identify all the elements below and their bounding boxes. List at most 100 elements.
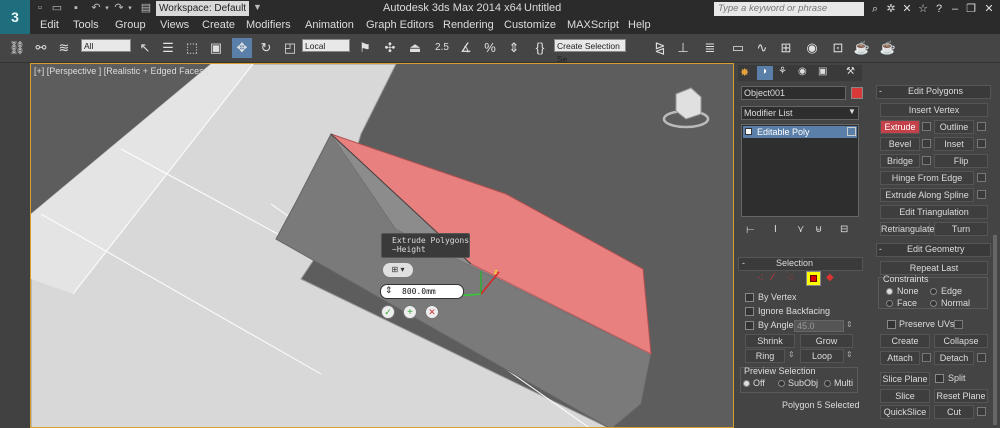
- menu-edit[interactable]: Edit: [40, 19, 59, 31]
- render-production-icon[interactable]: ☕: [878, 38, 898, 58]
- outline-button[interactable]: Outline: [934, 120, 974, 134]
- loop-spinner-icon[interactable]: ⇕: [846, 350, 853, 359]
- ok-icon[interactable]: ✓: [381, 305, 395, 319]
- render-setup-icon[interactable]: ⊡: [828, 38, 848, 58]
- material-editor-icon[interactable]: ◉: [802, 38, 822, 58]
- selection-filter-dropdown[interactable]: All: [81, 39, 131, 52]
- attach-button[interactable]: Attach: [880, 351, 920, 365]
- retriangulate-button[interactable]: Retriangulate: [880, 222, 935, 236]
- app-logo-button[interactable]: 3: [0, 0, 30, 34]
- repeat-last-button[interactable]: Repeat Last: [880, 261, 988, 275]
- bridge-settings-icon[interactable]: [922, 156, 931, 165]
- stack-toggle-icon[interactable]: [847, 127, 856, 136]
- ignore-backfacing-checkbox[interactable]: [745, 307, 754, 316]
- slice-button[interactable]: Slice: [880, 389, 930, 403]
- object-color-swatch[interactable]: [851, 87, 863, 99]
- command-panel-scrollbar[interactable]: [993, 235, 997, 425]
- stack-item-editable-poly[interactable]: Editable Poly: [743, 126, 857, 138]
- bind-spacewarp-icon[interactable]: ≋: [54, 38, 74, 58]
- menu-rendering[interactable]: Rendering: [443, 19, 494, 31]
- split-checkbox[interactable]: [935, 374, 944, 383]
- by-vertex-checkbox[interactable]: [745, 293, 754, 302]
- inset-button[interactable]: Inset: [934, 137, 974, 151]
- modify-tab-icon[interactable]: ◗: [757, 66, 773, 80]
- quickslice-button[interactable]: QuickSlice: [880, 405, 930, 419]
- open-file-icon[interactable]: ▭: [51, 2, 63, 15]
- menu-tools[interactable]: Tools: [73, 19, 99, 31]
- insert-vertex-button[interactable]: Insert Vertex: [880, 103, 988, 117]
- polygon-mode-icon[interactable]: [806, 271, 821, 286]
- extrude-spline-settings-icon[interactable]: [977, 190, 986, 199]
- element-mode-icon[interactable]: ◆: [826, 272, 834, 283]
- extrude-spline-button[interactable]: Extrude Along Spline: [880, 188, 974, 202]
- inset-settings-icon[interactable]: [977, 139, 986, 148]
- cut-button[interactable]: Cut: [934, 405, 974, 419]
- redo-dropdown-icon[interactable]: ▾: [124, 2, 136, 15]
- menu-group[interactable]: Group: [115, 19, 146, 31]
- shrink-button[interactable]: Shrink: [745, 334, 795, 348]
- workspace-dropdown[interactable]: Workspace: Default: [156, 1, 249, 16]
- layer-manager-icon[interactable]: ≣: [700, 38, 720, 58]
- snaps-toggle-icon[interactable]: 2.5: [432, 38, 452, 58]
- modifier-list-arrow-icon[interactable]: ▼: [848, 107, 856, 116]
- select-by-name-icon[interactable]: ☰: [158, 38, 178, 58]
- restore-icon[interactable]: ❐: [964, 2, 978, 16]
- curve-editor-icon[interactable]: ∿: [752, 38, 772, 58]
- constraint-face-radio[interactable]: [886, 300, 893, 307]
- rendered-frame-icon[interactable]: ☕: [852, 38, 872, 58]
- stack-expand-icon[interactable]: [745, 128, 752, 135]
- preview-off-radio[interactable]: [743, 380, 750, 387]
- menu-animation[interactable]: Animation: [305, 19, 354, 31]
- rotate-tool-icon[interactable]: ↻: [256, 38, 276, 58]
- grow-button[interactable]: Grow: [800, 334, 853, 348]
- keyboard-shortcut-icon[interactable]: ⏏: [405, 38, 425, 58]
- menu-modifiers[interactable]: Modifiers: [246, 19, 291, 31]
- menu-views[interactable]: Views: [160, 19, 189, 31]
- select-object-icon[interactable]: ↖: [135, 38, 155, 58]
- window-crossing-icon[interactable]: ▣: [206, 38, 226, 58]
- link-icon[interactable]: ⛓: [7, 38, 27, 58]
- by-angle-input[interactable]: 45.0: [794, 320, 844, 332]
- search-icon[interactable]: ⌕: [868, 2, 882, 16]
- close-icon[interactable]: ✕: [982, 2, 996, 16]
- preserve-uvs-settings-icon[interactable]: [954, 320, 963, 329]
- configure-sets-icon[interactable]: ⊟: [840, 224, 848, 235]
- angle-spinner-icon[interactable]: ⇕: [846, 320, 853, 329]
- named-selection-dropdown[interactable]: Create Selection Se: [554, 39, 626, 64]
- communication-icon[interactable]: ✕: [900, 2, 914, 16]
- detach-button[interactable]: Detach: [934, 351, 974, 365]
- constraint-edge-radio[interactable]: [930, 288, 937, 295]
- utilities-tab-icon[interactable]: ⚒: [846, 66, 855, 77]
- pin-stack-icon[interactable]: ⊢: [746, 225, 755, 236]
- mirror-icon[interactable]: ⧎: [650, 38, 670, 58]
- by-angle-checkbox[interactable]: [745, 321, 754, 330]
- move-tool-icon[interactable]: ✥: [232, 38, 252, 58]
- extrude-button[interactable]: Extrude: [880, 120, 920, 134]
- menu-graph-editors[interactable]: Graph Editors: [366, 19, 434, 31]
- viewport-label[interactable]: [+] [Perspective ] [Realistic + Edged Fa…: [34, 66, 209, 76]
- preview-subobj-radio[interactable]: [778, 380, 785, 387]
- bevel-settings-icon[interactable]: [922, 139, 931, 148]
- extrude-settings-icon[interactable]: [922, 122, 931, 131]
- bevel-button[interactable]: Bevel: [880, 137, 920, 151]
- flip-button[interactable]: Flip: [934, 154, 988, 168]
- subscription-icon[interactable]: ✲: [884, 2, 898, 16]
- graphite-ribbon-icon[interactable]: ▭: [728, 38, 748, 58]
- preview-multi-radio[interactable]: [824, 380, 831, 387]
- collapse-button[interactable]: Collapse: [934, 334, 988, 348]
- menu-maxscript[interactable]: MAXScript: [567, 19, 619, 31]
- scale-tool-icon[interactable]: ◰: [280, 38, 300, 58]
- outline-settings-icon[interactable]: [977, 122, 986, 131]
- edit-triangulation-button[interactable]: Edit Triangulation: [880, 205, 988, 219]
- percent-snap-icon[interactable]: %: [480, 38, 500, 58]
- spinner-snap-icon[interactable]: ⇕: [504, 38, 524, 58]
- remove-modifier-icon[interactable]: ⊌: [815, 224, 822, 235]
- turn-button[interactable]: Turn: [934, 222, 988, 236]
- bridge-button[interactable]: Bridge: [880, 154, 920, 168]
- create-button[interactable]: Create: [880, 334, 930, 348]
- reference-coord-dropdown[interactable]: Local: [302, 39, 350, 52]
- menu-customize[interactable]: Customize: [504, 19, 556, 31]
- caddy-group-dropdown[interactable]: ⊞ ▾: [383, 263, 413, 277]
- spinner-icon[interactable]: ⇕: [385, 285, 393, 296]
- detach-settings-icon[interactable]: [977, 353, 986, 362]
